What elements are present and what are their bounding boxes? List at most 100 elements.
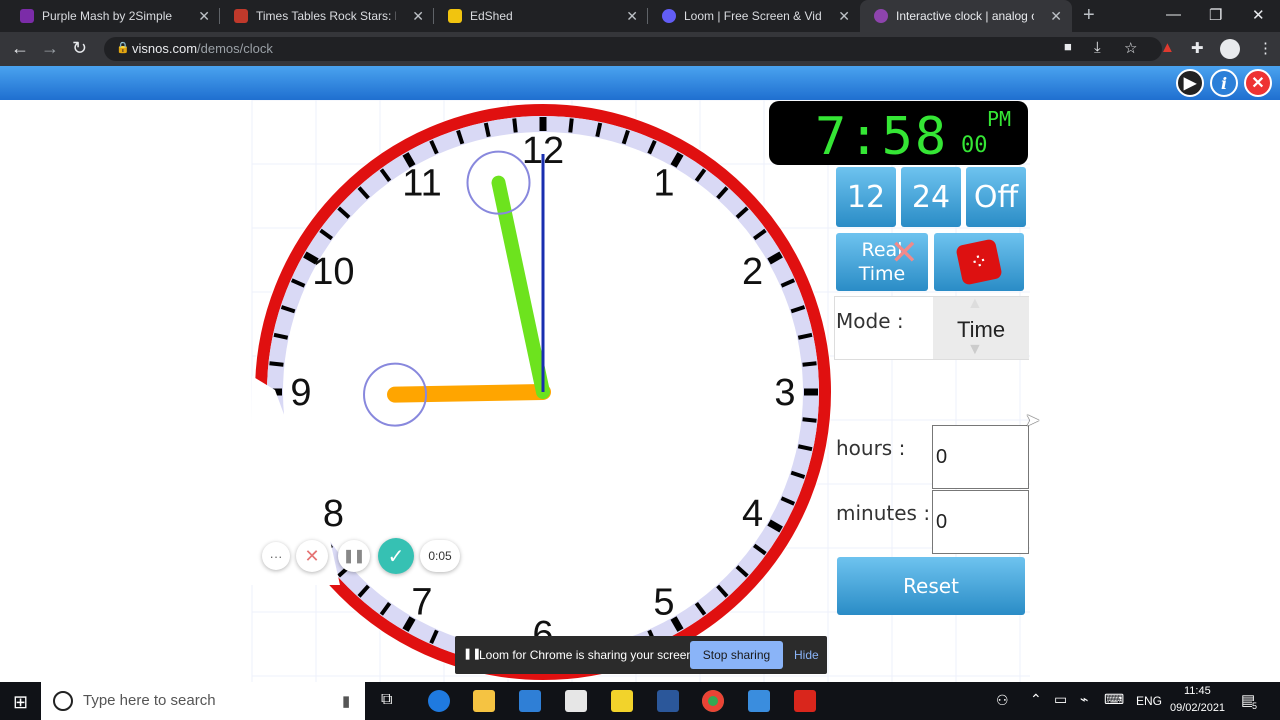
extensions-puzzle-icon[interactable]: ✚ (1191, 39, 1204, 57)
clock-date[interactable]: 09/02/2021 (1170, 702, 1225, 714)
tab-title: Purple Mash by 2Simple (42, 9, 173, 23)
stop-sharing-button[interactable]: Stop sharing (690, 641, 783, 669)
play-video-icon[interactable]: ▶ (1176, 69, 1204, 97)
store-icon[interactable] (565, 690, 587, 712)
close-tab-icon[interactable]: ✕ (198, 8, 210, 25)
mail-icon[interactable] (519, 690, 541, 712)
minute-tick (802, 417, 817, 423)
mode-panel: Mode : ▲ Time ▼ (834, 295, 1029, 360)
close-tab-icon[interactable]: ✕ (412, 8, 424, 25)
info-icon[interactable]: i (1210, 69, 1238, 97)
bookmark-star-icon[interactable]: ☆ (1124, 39, 1137, 57)
screen-sharing-banner: ❚❚ Loom for Chrome is sharing your scree… (455, 636, 827, 674)
analog-clock: 121234567891011 (250, 100, 1030, 682)
address-bar[interactable]: visnos.com/demos/clock (104, 37, 1162, 61)
language-indicator[interactable]: ENG (1136, 694, 1162, 708)
microphone-icon[interactable]: ▮ (342, 692, 350, 710)
chrome-icon[interactable] (702, 690, 724, 712)
tab-interactive-clock[interactable]: Interactive clock | analog clock ✕ (860, 0, 1072, 32)
minute-tick (512, 118, 518, 133)
minimize-button[interactable]: — (1166, 6, 1181, 23)
taskbar-search-box[interactable]: Type here to search (41, 682, 365, 720)
tab-loom[interactable]: Loom | Free Screen & Vide ✕ (648, 0, 860, 32)
forward-button[interactable]: → (41, 38, 59, 59)
notification-count: 5 (1252, 701, 1258, 711)
tab-times-tables[interactable]: Times Tables Rock Stars: Play ✕ (220, 0, 434, 32)
hour-number: 3 (774, 372, 795, 414)
install-icon[interactable]: ⤓ (1094, 39, 1101, 56)
minutes-input[interactable]: 0 (932, 490, 1029, 554)
loom-more-button[interactable]: ··· (262, 542, 290, 570)
reload-button[interactable]: ↻ (72, 38, 87, 59)
app-header-bar: ▶ i ✕ (0, 66, 1280, 100)
ttrs-favicon-icon (234, 9, 248, 23)
file-explorer-icon[interactable] (473, 690, 495, 712)
dice-icon: ⁘ (955, 238, 1003, 286)
close-tab-icon[interactable]: ✕ (838, 8, 850, 25)
format-off-button[interactable]: Off (966, 167, 1026, 227)
hour-number: 8 (323, 493, 344, 535)
mode-up-arrow-icon[interactable]: ▲ (967, 295, 983, 313)
hour-number: 2 (742, 251, 763, 293)
sharing-message: Loom for Chrome is sharing your screen. (479, 648, 697, 662)
format-24-button[interactable]: 24 (901, 167, 961, 227)
purple-mash-favicon-icon (20, 9, 34, 23)
windows-taskbar: ⊞ Type here to search ▮ ⧉ ⚇ ⌃ ▭ ⌁ ⌨ ENG … (0, 682, 1280, 720)
loom-pause-button[interactable]: ❚❚ (338, 540, 370, 572)
loom-cancel-button[interactable]: ✕ (296, 540, 328, 572)
mode-selector[interactable]: ▲ Time ▼ (933, 295, 1029, 359)
keyboard-icon[interactable]: ⌨ (1104, 691, 1124, 708)
menu-dots-icon[interactable]: ⋮ (1258, 39, 1273, 57)
close-tab-icon[interactable]: ✕ (1050, 8, 1062, 25)
close-tab-icon[interactable]: ✕ (626, 8, 638, 25)
acrobat-icon[interactable] (794, 690, 816, 712)
back-button[interactable]: ← (11, 38, 29, 59)
hide-button[interactable]: Hide (794, 648, 819, 662)
hour-number: 7 (411, 582, 432, 624)
disabled-cross-icon: ✕ (890, 233, 919, 273)
edge-icon[interactable] (428, 690, 450, 712)
pdf-extension-icon[interactable]: ▲ (1160, 39, 1175, 56)
sticky-notes-icon[interactable] (611, 690, 633, 712)
digital-display: 7:58 00 PM (769, 101, 1028, 167)
hours-label: hours : (836, 436, 906, 460)
minute-tick (797, 444, 813, 452)
tab-strip: Purple Mash by 2Simple ✕ Times Tables Ro… (0, 0, 1280, 32)
tab-purple-mash[interactable]: Purple Mash by 2Simple ✕ (6, 0, 220, 32)
hour-number: 4 (742, 493, 763, 535)
mode-down-arrow-icon[interactable]: ▼ (967, 341, 983, 359)
clock-time[interactable]: 11:45 (1184, 685, 1211, 697)
profile-avatar-icon[interactable] (1220, 39, 1240, 59)
tab-edshed[interactable]: EdShed ✕ (434, 0, 648, 32)
camera-icon[interactable]: ■ (1064, 39, 1072, 54)
maximize-button[interactable]: ❐ (1209, 6, 1222, 24)
notepad-icon[interactable] (748, 690, 770, 712)
loom-favicon-icon (662, 9, 676, 23)
show-hidden-icons-icon[interactable]: ⌃ (1030, 691, 1042, 708)
close-app-icon[interactable]: ✕ (1244, 69, 1272, 97)
network-icon[interactable]: ⌁ (1080, 691, 1088, 708)
people-icon[interactable]: ⚇ (996, 692, 1009, 709)
format-12-button[interactable]: 12 (836, 167, 896, 227)
loom-finish-button[interactable]: ✓ (378, 538, 414, 574)
tab-title: Loom | Free Screen & Vide (684, 9, 822, 23)
mouse-cursor-icon: ➤ (1025, 410, 1041, 430)
battery-icon[interactable]: ▭ (1054, 691, 1067, 708)
hour-hand[interactable] (387, 384, 551, 403)
close-window-button[interactable]: ✕ (1252, 6, 1265, 24)
minute-tick (483, 122, 491, 138)
search-icon (53, 691, 73, 711)
tab-title: EdShed (470, 9, 513, 23)
windows-start-icon[interactable]: ⊞ (13, 692, 28, 713)
lock-icon[interactable]: 🔒 (116, 41, 130, 54)
clock-favicon-icon (874, 9, 888, 23)
real-time-button[interactable]: Real Time ✕ (836, 233, 928, 291)
hours-input[interactable]: 0 (932, 425, 1029, 489)
url-domain: visnos.com (132, 41, 198, 56)
word-icon[interactable] (657, 690, 679, 712)
digital-ampm: PM (987, 107, 1012, 131)
random-time-button[interactable]: ⁘ (934, 233, 1024, 291)
task-view-icon[interactable]: ⧉ (381, 691, 392, 709)
reset-button[interactable]: Reset (837, 557, 1025, 615)
new-tab-button[interactable]: + (1083, 4, 1095, 27)
